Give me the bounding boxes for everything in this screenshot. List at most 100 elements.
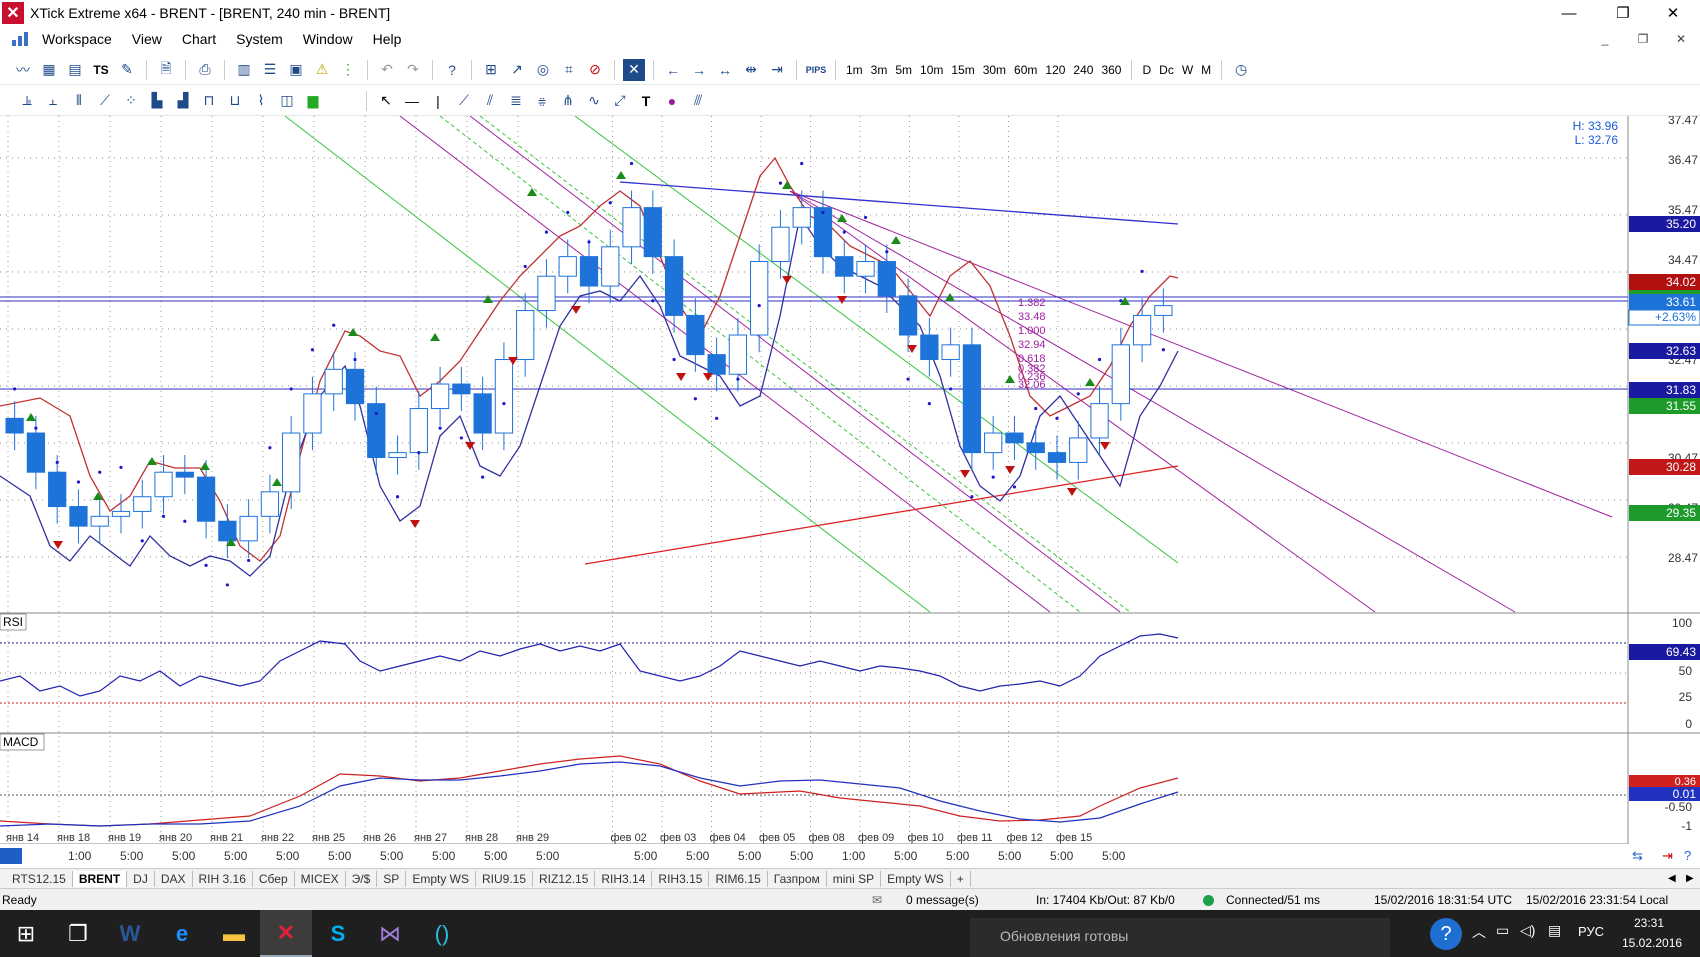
- tab-dj[interactable]: DJ: [127, 870, 155, 887]
- tab-brent[interactable]: BRENT: [72, 870, 128, 887]
- traffic-light-icon[interactable]: ⋮: [337, 59, 359, 81]
- channel-icon[interactable]: ⫽: [479, 90, 501, 112]
- print-icon[interactable]: ⎙: [194, 59, 216, 81]
- timeframe-1m[interactable]: 1m: [842, 63, 867, 77]
- tab-riz1215[interactable]: RIZ12.15: [533, 870, 596, 887]
- tab-dax[interactable]: DAX: [155, 870, 193, 887]
- scroll-end-icon[interactable]: ⇥: [1662, 848, 1673, 864]
- timeframe-d[interactable]: D: [1138, 63, 1155, 77]
- clock-time[interactable]: 23:31: [1634, 916, 1664, 930]
- edge-app-icon[interactable]: e: [156, 910, 208, 957]
- alert-icon[interactable]: ⚠: [311, 59, 333, 81]
- update-notice[interactable]: Обновления готовы: [970, 918, 1390, 957]
- pips-icon[interactable]: PIPS: [805, 59, 827, 81]
- timeframe-60m[interactable]: 60m: [1010, 63, 1041, 77]
- package-icon[interactable]: ▣: [285, 59, 307, 81]
- fibo-extension-icon[interactable]: ⩷: [531, 90, 553, 112]
- tab-empty-ws-1[interactable]: Empty WS: [406, 870, 476, 887]
- tab-rih316[interactable]: RIH 3.16: [193, 870, 253, 887]
- line-chart-icon[interactable]: 〰: [12, 59, 34, 81]
- volume-icon[interactable]: ◁): [1520, 922, 1535, 939]
- status-messages[interactable]: 0 message(s): [906, 893, 979, 907]
- tab-rts[interactable]: RTS12.15: [6, 870, 73, 887]
- close-button[interactable]: ✕: [1650, 0, 1696, 26]
- arrow-left-icon[interactable]: ←: [662, 59, 684, 81]
- ts-icon[interactable]: TS: [90, 59, 112, 81]
- chart-canvas[interactable]: 1.382 33.48 1.000 32.94 0.618 0.382 0.23…: [0, 116, 1700, 844]
- language-indicator[interactable]: РУС: [1578, 924, 1604, 939]
- scroll-icon[interactable]: ⇥: [766, 59, 788, 81]
- fibo-levels-icon[interactable]: ≣: [505, 90, 527, 112]
- tray-chevron-icon[interactable]: ︿: [1472, 922, 1486, 942]
- xtick-app-icon[interactable]: ✕: [260, 910, 312, 957]
- tab-scroll-right-icon[interactable]: ▶: [1686, 873, 1694, 884]
- shapes-icon[interactable]: ●: [661, 90, 683, 112]
- tab-mini-sp[interactable]: mini SP: [827, 870, 882, 887]
- renko-icon[interactable]: ⊔: [224, 90, 246, 112]
- line-icon[interactable]: ⟋: [94, 90, 116, 112]
- cursor-icon[interactable]: ↖: [375, 90, 397, 112]
- dots-icon[interactable]: ⁘: [120, 90, 142, 112]
- crop-icon[interactable]: ⌗: [558, 59, 580, 81]
- notifications-icon[interactable]: ▤: [1548, 922, 1561, 939]
- help-tray-icon[interactable]: ?: [1430, 918, 1462, 950]
- tab-riu915[interactable]: RIU9.15: [476, 870, 534, 887]
- mail-icon[interactable]: ✉: [872, 893, 882, 907]
- maximize-button[interactable]: ❐: [1600, 0, 1646, 26]
- timeframe-dc[interactable]: Dc: [1155, 63, 1178, 77]
- timeframe-5m[interactable]: 5m: [891, 63, 916, 77]
- tab-eur-usd[interactable]: Э/$: [346, 870, 378, 887]
- help-icon-small[interactable]: ?: [1684, 848, 1691, 863]
- cluster-icon[interactable]: ◫: [276, 90, 298, 112]
- pitchfork-icon[interactable]: ⋔: [557, 90, 579, 112]
- ray-icon[interactable]: ⤢: [609, 90, 631, 112]
- menu-system[interactable]: System: [226, 31, 293, 47]
- bar-type-icon[interactable]: ⫡: [16, 90, 38, 112]
- arrow-right-icon[interactable]: →: [688, 59, 710, 81]
- tab-sber[interactable]: Сбер: [253, 870, 295, 887]
- mdi-close-button[interactable]: ✕: [1668, 30, 1694, 48]
- timeframe-30m[interactable]: 30m: [979, 63, 1010, 77]
- text-icon[interactable]: T: [635, 90, 657, 112]
- redo-icon[interactable]: ↷: [402, 59, 424, 81]
- crosshair-icon[interactable]: ✕: [623, 58, 645, 81]
- clock-icon[interactable]: ◷: [1230, 59, 1252, 81]
- start-button-icon[interactable]: ⊞: [0, 910, 52, 957]
- word-app-icon[interactable]: W: [104, 910, 156, 957]
- grid-icon[interactable]: ▦: [38, 59, 60, 81]
- erase-lines-icon[interactable]: ⫻: [687, 90, 709, 112]
- target-icon[interactable]: ◎: [532, 59, 554, 81]
- explorer-app-icon[interactable]: ▬: [208, 910, 260, 957]
- link-icon[interactable]: ⇆: [1632, 848, 1643, 864]
- timeframe-w[interactable]: W: [1178, 63, 1197, 77]
- chart-list-icon[interactable]: [0, 848, 22, 864]
- add-indicator-icon[interactable]: ⊞: [480, 59, 502, 81]
- tab-rih314[interactable]: RIH3.14: [595, 870, 653, 887]
- tab-empty-ws-2[interactable]: Empty WS: [881, 870, 951, 887]
- visual-studio-app-icon[interactable]: ⋈: [364, 910, 416, 957]
- pen-icon[interactable]: ✎: [116, 59, 138, 81]
- battery-icon[interactable]: ▭: [1496, 922, 1509, 939]
- timeframe-10m[interactable]: 10m: [916, 63, 947, 77]
- tab-rim615[interactable]: RIM6.15: [709, 870, 768, 887]
- tab-micex[interactable]: MICEX: [295, 870, 346, 887]
- tab-scroll-left-icon[interactable]: ◀: [1668, 873, 1676, 884]
- horizontal-line-icon[interactable]: —: [401, 90, 423, 112]
- menu-window[interactable]: Window: [293, 31, 363, 47]
- columns-icon[interactable]: ▥: [233, 59, 255, 81]
- timeframe-120[interactable]: 120: [1041, 63, 1069, 77]
- tab-gazprom[interactable]: Газпром: [768, 870, 827, 887]
- mdi-minimize-button[interactable]: _: [1592, 30, 1618, 48]
- menu-workspace[interactable]: Workspace: [32, 31, 122, 47]
- task-view-icon[interactable]: ❐: [52, 910, 104, 957]
- stop-icon[interactable]: ⊘: [584, 59, 606, 81]
- chart-area[interactable]: 1.382 33.48 1.000 32.94 0.618 0.382 0.23…: [0, 116, 1700, 844]
- volume-icon[interactable]: ▙: [146, 90, 168, 112]
- minimize-button[interactable]: —: [1546, 0, 1592, 26]
- ohlc-icon[interactable]: ⫠: [42, 90, 64, 112]
- pnf-icon[interactable]: ⌇: [250, 90, 272, 112]
- undo-icon[interactable]: ↶: [376, 59, 398, 81]
- menu-help[interactable]: Help: [363, 31, 412, 47]
- chart-up-icon[interactable]: ↗: [506, 59, 528, 81]
- timeframe-3m[interactable]: 3m: [867, 63, 892, 77]
